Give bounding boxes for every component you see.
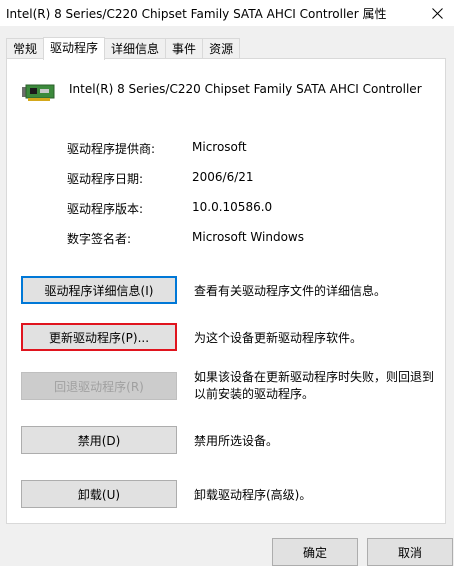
uninstall-device-description: 卸载驱动程序(高级)。: [194, 488, 312, 502]
rollback-driver-button: 回退驱动程序(R): [21, 372, 177, 400]
controller-card-icon: [22, 84, 55, 101]
title-bar: Intel(R) 8 Series/C220 Chipset Family SA…: [0, 0, 454, 26]
provider-value: Microsoft: [192, 140, 247, 154]
tab-general[interactable]: 常规: [6, 38, 45, 59]
signer-label: 数字签名者:: [67, 232, 132, 246]
version-value: 10.0.10586.0: [192, 200, 273, 214]
cancel-button[interactable]: 取消: [367, 538, 453, 566]
tab-details[interactable]: 详细信息: [104, 38, 167, 59]
rollback-driver-description: 如果该设备在更新驱动程序时失败，则回退到 以前安装的驱动程序。: [194, 369, 434, 403]
driver-details-button[interactable]: 驱动程序详细信息(I): [21, 276, 177, 304]
close-icon: [431, 7, 443, 19]
signer-value: Microsoft Windows: [192, 230, 304, 244]
date-value: 2006/6/21: [192, 170, 254, 184]
device-name: Intel(R) 8 Series/C220 Chipset Family SA…: [69, 82, 422, 96]
rollback-description-line1: 如果该设备在更新驱动程序时失败，则回退到: [194, 370, 435, 384]
window-title: Intel(R) 8 Series/C220 Chipset Family SA…: [6, 7, 387, 21]
tab-events[interactable]: 事件: [165, 38, 204, 59]
rollback-description-line2: 以前安装的驱动程序。: [194, 387, 315, 401]
tab-strip: 常规 驱动程序 详细信息 事件 资源: [6, 37, 241, 60]
version-label: 驱动程序版本:: [67, 202, 144, 216]
driver-tab-panel: Intel(R) 8 Series/C220 Chipset Family SA…: [6, 58, 446, 524]
update-driver-button[interactable]: 更新驱动程序(P)...: [21, 323, 177, 351]
date-label: 驱动程序日期:: [67, 172, 144, 186]
driver-details-description: 查看有关驱动程序文件的详细信息。: [194, 284, 387, 298]
disable-device-button[interactable]: 禁用(D): [21, 426, 177, 454]
disable-device-description: 禁用所选设备。: [194, 434, 279, 448]
provider-label: 驱动程序提供商:: [67, 142, 156, 156]
tab-resources[interactable]: 资源: [202, 38, 241, 59]
ok-button[interactable]: 确定: [272, 538, 358, 566]
tab-driver[interactable]: 驱动程序: [43, 37, 106, 60]
update-driver-description: 为这个设备更新驱动程序软件。: [194, 331, 363, 345]
uninstall-device-button[interactable]: 卸载(U): [21, 480, 177, 508]
close-button[interactable]: [420, 0, 454, 26]
